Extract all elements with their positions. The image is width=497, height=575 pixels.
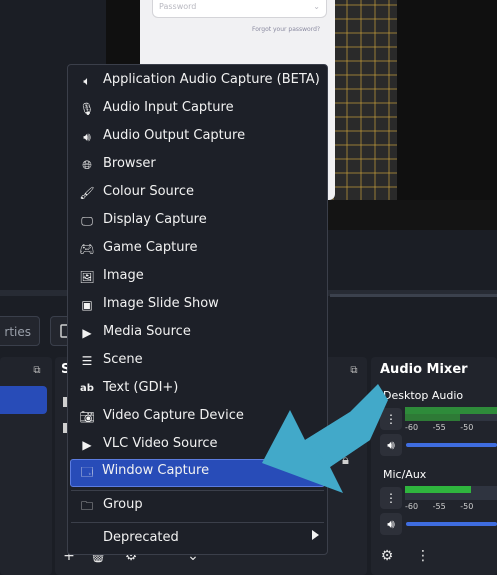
annotation-arrow-icon xyxy=(262,384,388,493)
